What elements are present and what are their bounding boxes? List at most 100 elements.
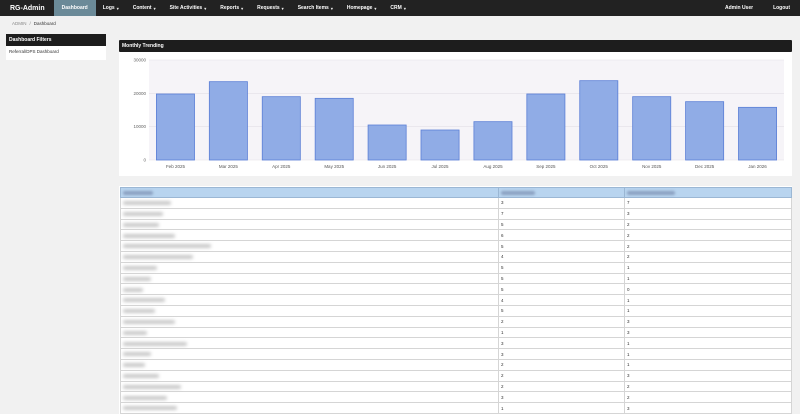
cell-count-1: 3	[498, 197, 625, 209]
table-row[interactable]: 22	[120, 380, 792, 393]
x-tick-label: Aug 2025	[483, 164, 503, 169]
bar-aug-2025[interactable]	[473, 121, 513, 161]
table-row[interactable]: 23	[120, 369, 792, 382]
table-header-row	[120, 187, 792, 198]
cell-count-2: 3	[624, 369, 792, 382]
table-row[interactable]: 50	[120, 283, 792, 296]
nav-item-requests[interactable]: Requests ▾	[250, 0, 291, 16]
cell-count-1: 3	[498, 348, 625, 360]
nav-item-label: Homepage	[346, 5, 373, 11]
cell-count-1: 5	[498, 304, 625, 317]
bar-dec-2025[interactable]	[685, 101, 725, 161]
redacted-text	[123, 363, 145, 368]
redacted-text	[123, 298, 165, 303]
redacted-text	[123, 212, 163, 216]
brand-logo[interactable]: RG-Admin	[0, 5, 54, 12]
table-row[interactable]: 51	[120, 261, 792, 274]
nav-item-crm[interactable]: CRM ▾	[383, 0, 412, 16]
nav-item-content[interactable]: Content ▾	[126, 0, 163, 16]
bar-jan-2026[interactable]	[738, 106, 777, 161]
table-row[interactable]: 52	[120, 218, 792, 231]
monthly-trending-chart: 0 10000 20000 30000 Feb 2025 Mar 2025 Apr 2025…	[133, 58, 784, 169]
nav-item-search-items[interactable]: Search Items ▾	[291, 0, 340, 16]
y-tick-label: 30000	[133, 58, 146, 63]
table-row[interactable]: 73	[120, 207, 792, 220]
cell-count-1: 1	[498, 402, 625, 414]
nav-item-dashboard[interactable]: Dashboard	[53, 0, 96, 16]
cell-count-2: 2	[624, 250, 792, 263]
bar-feb-2025[interactable]	[156, 93, 195, 161]
column-header-3[interactable]	[624, 187, 792, 198]
x-tick-label: Jan 2026	[748, 164, 767, 169]
table-row[interactable]: 52	[120, 240, 792, 252]
cell-count-1: 2	[498, 358, 625, 371]
breadcrumb: ADMIN / Dashboard	[12, 21, 56, 26]
table-row[interactable]: 51	[120, 272, 792, 285]
chevron-down-icon: ▾	[403, 5, 406, 11]
nav-right: Admin User Logout	[715, 0, 800, 16]
table-row[interactable]: 62	[120, 229, 792, 242]
table-row[interactable]: 23	[120, 315, 792, 328]
cell-name	[120, 380, 499, 393]
cell-name	[120, 218, 499, 231]
bar-mar-2025[interactable]	[208, 81, 248, 161]
bar-sep-2025[interactable]	[526, 93, 566, 161]
redacted-text	[123, 384, 181, 389]
cell-count-1: 2	[498, 315, 625, 328]
bar-jun-2025[interactable]	[367, 124, 407, 161]
bar-nov-2025[interactable]	[632, 96, 672, 161]
cell-count-2: 1	[624, 304, 792, 317]
nav-item-homepage[interactable]: Homepage ▾	[340, 0, 384, 16]
cell-count-1: 7	[498, 207, 625, 220]
cell-count-1: 5	[498, 272, 625, 285]
cell-count-2: 2	[624, 391, 792, 404]
table-row[interactable]: 37	[120, 197, 792, 209]
table-row[interactable]: 31	[120, 348, 792, 360]
nav-item-logs[interactable]: Logs ▾	[96, 0, 126, 16]
nav-item-reports[interactable]: Reports ▾	[213, 0, 250, 16]
redacted-text	[123, 373, 159, 378]
cell-count-1: 5	[498, 218, 625, 231]
nav-menu: Dashboard Logs ▾ Content ▾ Site Activities ▾ Re…	[53, 0, 413, 16]
cell-count-2: 1	[624, 348, 792, 360]
bar-jul-2025[interactable]	[420, 129, 460, 161]
x-tick-label: Mar 2025	[219, 164, 239, 169]
cell-count-1: 2	[498, 369, 625, 382]
chevron-down-icon: ▾	[116, 5, 119, 11]
logout-link[interactable]: Logout	[763, 0, 800, 16]
nav-item-site-activities[interactable]: Site Activities ▾	[163, 0, 214, 16]
cell-count-2: 2	[624, 380, 792, 393]
cell-name	[120, 294, 499, 306]
redacted-text	[123, 265, 157, 270]
cell-count-1: 4	[498, 250, 625, 263]
bar-oct-2025[interactable]	[579, 80, 619, 161]
breadcrumb-root[interactable]: ADMIN	[12, 21, 27, 26]
table-row[interactable]: 21	[120, 358, 792, 371]
table-row[interactable]: 31	[120, 337, 792, 350]
column-header-2[interactable]	[498, 187, 625, 198]
column-header-1[interactable]	[120, 187, 499, 198]
table-row[interactable]: 13	[120, 402, 792, 414]
cell-count-2: 7	[624, 197, 792, 209]
bar-apr-2025[interactable]	[261, 96, 301, 161]
cell-name	[120, 315, 499, 328]
cell-count-2: 1	[624, 337, 792, 350]
cell-name	[120, 261, 499, 274]
table-row[interactable]: 13	[120, 326, 792, 339]
y-tick-label: 20000	[133, 91, 146, 96]
table-row[interactable]: 42	[120, 250, 792, 263]
table-row[interactable]: 41	[120, 294, 792, 306]
redacted-text	[123, 222, 159, 227]
cell-count-2: 3	[624, 315, 792, 328]
user-menu[interactable]: Admin User	[715, 0, 763, 16]
redacted-text	[123, 255, 193, 260]
filters-title: Dashboard Filters	[6, 34, 106, 46]
cell-name	[120, 348, 499, 360]
table-row[interactable]: 51	[120, 304, 792, 317]
cell-count-2: 2	[624, 218, 792, 231]
bar-may-2025[interactable]	[314, 97, 354, 161]
dashboard-filters-panel: Dashboard Filters Referral/DPS Dashboard	[6, 34, 106, 60]
sidebar-item-referral-dps[interactable]: Referral/DPS Dashboard	[6, 46, 106, 57]
top-navbar: RG-Admin Dashboard Logs ▾ Content ▾ Site Acti…	[0, 0, 800, 16]
table-row[interactable]: 32	[120, 391, 792, 404]
